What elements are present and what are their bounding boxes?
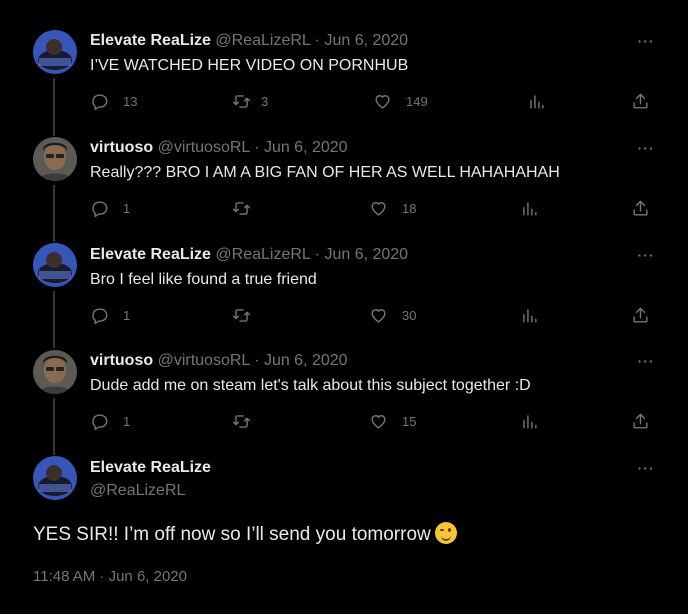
reply-tweet[interactable]: virtuoso @virtuosoRL · Jun 6, 2020 ··· R… <box>0 125 688 232</box>
tweet-text: I’VE WATCHED HER VIDEO ON PORNHUB <box>90 57 409 74</box>
tweet-header: virtuoso @virtuosoRL · Jun 6, 2020 <box>90 138 348 158</box>
like-count: 18 <box>402 200 417 216</box>
share-button[interactable] <box>631 305 650 325</box>
tweet-date[interactable]: Jun 6, 2020 <box>264 139 348 156</box>
display-name[interactable]: virtuoso <box>90 139 153 156</box>
tweet-date[interactable]: Jun 6, 2020 <box>324 246 408 263</box>
retweet-button[interactable] <box>232 198 251 218</box>
avatar[interactable] <box>33 243 77 287</box>
winking-face-icon <box>434 522 457 544</box>
share-icon <box>633 93 648 109</box>
views-icon <box>523 201 537 216</box>
reply-icon <box>92 413 108 430</box>
user-handle[interactable]: @virtuosoRL <box>158 139 250 156</box>
reply-button[interactable]: 1 <box>90 411 130 431</box>
like-icon <box>371 201 386 216</box>
separator-dot: · <box>254 139 260 156</box>
avatar[interactable] <box>33 30 77 74</box>
reply-tweet[interactable]: virtuoso @virtuosoRL · Jun 6, 2020 ··· D… <box>0 339 688 445</box>
more-icon[interactable]: ··· <box>636 245 656 265</box>
display-name[interactable]: Elevate ReaLize <box>90 458 211 478</box>
tweet-text: YES SIR!! I’m off now so I’ll send you t… <box>33 522 457 547</box>
like-count: 15 <box>402 413 417 429</box>
views-icon <box>530 94 544 109</box>
retweet-button[interactable] <box>232 411 251 431</box>
tweet-header: virtuoso @virtuosoRL · Jun 6, 2020 <box>90 351 348 371</box>
like-button[interactable]: 149 <box>373 91 428 111</box>
avatar[interactable] <box>33 350 77 394</box>
display-name[interactable]: virtuoso <box>90 352 153 369</box>
views-button[interactable] <box>520 305 539 325</box>
reply-icon <box>92 307 108 324</box>
share-icon <box>633 307 648 323</box>
retweet-icon <box>232 308 251 322</box>
reply-tweet[interactable]: Elevate ReaLize @ReaLizeRL · Jun 6, 2020… <box>0 232 688 339</box>
more-icon[interactable]: ··· <box>636 351 656 371</box>
views-button[interactable] <box>520 411 539 431</box>
like-button[interactable]: 15 <box>369 411 416 431</box>
like-button[interactable]: 30 <box>369 305 416 325</box>
avatar[interactable] <box>33 137 77 181</box>
separator-dot: · <box>254 352 260 369</box>
share-button[interactable] <box>631 411 650 431</box>
tweet-date[interactable]: Jun 6, 2020 <box>264 352 348 369</box>
separator-dot: · <box>314 246 320 263</box>
share-icon <box>633 200 648 216</box>
display-name[interactable]: Elevate ReaLize <box>90 246 211 263</box>
tweet-text: Bro I feel like found a true friend <box>90 271 317 288</box>
main-tweet: Elevate ReaLize @ReaLizeRL ··· YES SIR!!… <box>0 445 688 614</box>
reply-icon <box>92 200 108 217</box>
action-bar: 1 15 <box>90 411 658 431</box>
retweet-icon <box>232 414 251 428</box>
reply-count: 1 <box>123 413 131 429</box>
user-handle[interactable]: @ReaLizeRL <box>215 32 310 49</box>
like-button[interactable]: 18 <box>369 198 416 218</box>
reply-button[interactable]: 1 <box>90 305 130 325</box>
share-icon <box>633 413 648 429</box>
more-icon[interactable]: ··· <box>636 458 656 478</box>
views-icon <box>523 308 537 323</box>
tweet-date[interactable]: Jun 6, 2020 <box>324 32 408 49</box>
tweet-header: Elevate ReaLize @ReaLizeRL · Jun 6, 2020 <box>90 31 408 51</box>
action-bar: 1 30 <box>90 305 658 325</box>
reply-count: 1 <box>123 200 131 216</box>
like-icon <box>371 308 386 323</box>
user-handle[interactable]: @ReaLizeRL <box>215 246 310 263</box>
user-handle[interactable]: @ReaLizeRL <box>90 481 185 501</box>
retweet-icon <box>232 94 251 108</box>
action-bar: 1 18 <box>90 198 658 218</box>
retweet-count: 3 <box>261 93 269 109</box>
reply-button[interactable]: 13 <box>90 91 137 111</box>
more-icon[interactable]: ··· <box>636 31 656 51</box>
tweet-text: Really??? BRO I AM A BIG FAN OF HER AS W… <box>90 164 560 181</box>
reply-count: 13 <box>123 93 138 109</box>
reply-icon <box>92 93 108 110</box>
avatar[interactable] <box>33 456 77 500</box>
reply-button[interactable]: 1 <box>90 198 130 218</box>
like-count: 30 <box>402 307 417 323</box>
user-handle[interactable]: @virtuosoRL <box>158 352 250 369</box>
like-count: 149 <box>406 93 428 109</box>
retweet-button[interactable] <box>232 305 251 325</box>
more-icon[interactable]: ··· <box>636 138 656 158</box>
like-icon <box>371 414 386 429</box>
views-button[interactable] <box>527 91 546 111</box>
reply-count: 1 <box>123 307 131 323</box>
views-button[interactable] <box>520 198 539 218</box>
tweet-timestamp[interactable]: 11:48 AM · Jun 6, 2020 <box>33 567 187 587</box>
tweet-header: Elevate ReaLize @ReaLizeRL · Jun 6, 2020 <box>90 245 408 265</box>
retweet-icon <box>232 201 251 215</box>
tweet-text-content: YES SIR!! I’m off now so I’ll send you t… <box>33 524 431 545</box>
like-icon <box>375 94 390 109</box>
share-button[interactable] <box>631 91 650 111</box>
views-icon <box>523 414 537 429</box>
separator-dot: · <box>314 32 320 49</box>
action-bar: 13 3 149 <box>90 91 658 111</box>
reply-tweet[interactable]: Elevate ReaLize @ReaLizeRL · Jun 6, 2020… <box>0 0 688 125</box>
retweet-button[interactable]: 3 <box>232 91 268 111</box>
share-button[interactable] <box>631 198 650 218</box>
tweet-text: Dude add me on steam let's talk about th… <box>90 377 531 394</box>
display-name[interactable]: Elevate ReaLize <box>90 32 211 49</box>
